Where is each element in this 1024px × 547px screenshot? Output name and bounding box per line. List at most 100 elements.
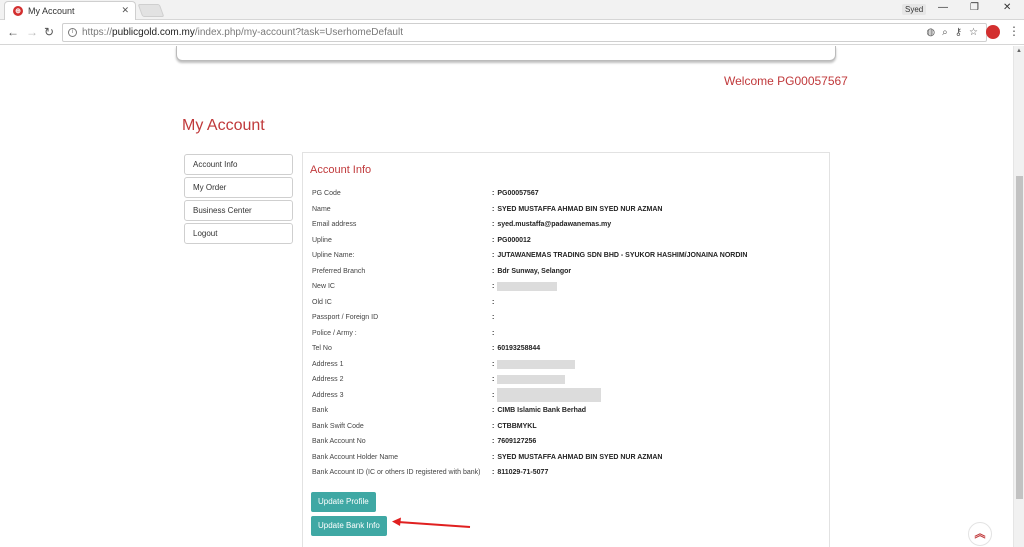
new-tab-button[interactable] — [137, 4, 165, 17]
info-row: Address 2: — [312, 372, 824, 388]
info-label: Bank Account No — [312, 438, 366, 446]
info-value: : PG000012 — [492, 236, 531, 244]
forward-icon[interactable]: → — [26, 25, 38, 39]
info-label: Upline — [312, 236, 332, 244]
info-label: Old IC — [312, 298, 332, 306]
restore-icon[interactable]: ❐ — [970, 2, 979, 13]
page-scrollbar[interactable]: ▲ — [1013, 46, 1024, 547]
info-row: Email address : syed.mustaffa@padawanemas.… — [312, 217, 824, 233]
scrollbar-thumb[interactable] — [1016, 176, 1023, 499]
browser-menu-icon[interactable]: ⋮ — [1008, 24, 1020, 38]
info-value: : CIMB Islamic Bank Berhad — [492, 407, 587, 415]
info-value: : syed.mustaffa@padawanemas.my — [492, 221, 612, 229]
address-bar[interactable]: i https:// publicgold.com.my /index.php/… — [62, 23, 987, 42]
info-label: Address 2 — [312, 376, 344, 384]
info-row: Bank Account No:7609127256 — [312, 434, 824, 450]
info-label: New IC — [312, 283, 335, 291]
update-bank-info-button[interactable]: Update Bank Info — [311, 516, 387, 536]
info-value: : PG00057567 — [492, 190, 539, 198]
annotation-arrow-icon — [392, 517, 471, 528]
browser-tab[interactable]: ⊕ My Account ✕ — [4, 1, 136, 20]
info-value: : — [492, 282, 558, 292]
info-row: Bank Swift Code : CTBBMYKL — [312, 419, 824, 435]
reload-icon[interactable]: ↻ — [44, 25, 54, 39]
info-label: PG Code — [312, 190, 341, 198]
scroll-up-icon[interactable]: ▲ — [1016, 48, 1022, 54]
info-label: Address 1 — [312, 360, 344, 368]
info-row: Passport / Foreign ID: — [312, 310, 824, 326]
info-label: Name — [312, 205, 331, 213]
extension-icon[interactable] — [986, 25, 1000, 39]
info-label: Email address — [312, 221, 357, 229]
info-value: :60193258844 — [492, 345, 541, 353]
window-close-icon[interactable]: ✕ — [1003, 2, 1011, 13]
info-value: :811029-71-5077 — [492, 469, 549, 477]
info-label: Preferred Branch — [312, 267, 366, 275]
info-row: Bank Account ID (IC or others ID registe… — [312, 465, 824, 481]
scroll-to-top-button[interactable]: ︽ — [968, 522, 992, 546]
url-path: /index.php/my-account?task=UserhomeDefau… — [194, 27, 403, 38]
browser-tab-bar: ⊕ My Account ✕ Syed — ❐ ✕ — [0, 0, 1024, 20]
info-value: : SYED MUSTAFFA AHMAD BIN SYED NUR AZMAN — [492, 205, 663, 213]
sidebar-item-my-order[interactable]: My Order — [184, 177, 293, 198]
account-info-table: PG Code : PG00057567 Name : SYED MUSTAFFA AH… — [312, 186, 824, 481]
info-value: : SYED MUSTAFFA AHMAD BIN SYED NUR AZMAN — [492, 453, 663, 461]
zoom-icon[interactable]: ⌕ — [942, 27, 948, 38]
site-info-icon[interactable]: i — [68, 28, 77, 37]
sidebar-item-business-center[interactable]: Business Center — [184, 200, 293, 221]
info-value: : — [492, 359, 576, 369]
info-label: Tel No — [312, 345, 332, 353]
account-sidebar: Account Info My Order Business Center Lo… — [184, 154, 293, 246]
browser-toolbar: ← → ↻ i https:// publicgold.com.my /inde… — [0, 20, 1024, 45]
info-row: Bank : CIMB Islamic Bank Berhad — [312, 403, 824, 419]
info-row: Old IC: — [312, 295, 824, 311]
info-row: Address 3: — [312, 388, 824, 404]
back-icon[interactable]: ← — [7, 25, 19, 39]
redacted-value — [497, 282, 558, 292]
top-panel — [176, 46, 836, 61]
info-label: Address 3 — [312, 391, 344, 399]
info-row: Upline : PG000012 — [312, 233, 824, 249]
info-value: : CTBBMYKL — [492, 422, 537, 430]
sidebar-item-logout[interactable]: Logout — [184, 223, 293, 244]
info-value: : — [492, 375, 566, 385]
section-title: Account Info — [310, 164, 372, 176]
redacted-value — [497, 359, 576, 369]
info-value: : — [492, 329, 495, 337]
redacted-value — [497, 388, 602, 403]
update-profile-button[interactable]: Update Profile — [311, 492, 376, 512]
double-chevron-up-icon: ︽ — [974, 528, 986, 540]
key-icon[interactable]: ⚷ — [955, 27, 962, 38]
url-domain: publicgold.com.my — [112, 27, 195, 38]
account-info-panel: Account Info PG Code : PG00057567 Name : SYE… — [302, 152, 830, 547]
info-label: Police / Army : — [312, 329, 357, 337]
minimize-icon[interactable]: — — [938, 2, 948, 13]
info-row: Tel No :60193258844 — [312, 341, 824, 357]
site-favicon-icon: ⊕ — [13, 6, 23, 16]
sidebar-item-account-info[interactable]: Account Info — [184, 154, 293, 175]
info-row: Upline Name: : JUTAWANEMAS TRADING SDN BHD… — [312, 248, 824, 264]
site-settings-icon[interactable]: ◍ — [926, 27, 935, 38]
info-row: Address 1: — [312, 357, 824, 373]
info-value: : — [492, 314, 495, 322]
info-value: : — [492, 388, 602, 403]
info-value: : JUTAWANEMAS TRADING SDN BHD - SYUKOR HA… — [492, 252, 748, 260]
info-row: Police / Army :: — [312, 326, 824, 342]
info-label: Bank — [312, 407, 328, 415]
tab-title: My Account — [28, 6, 75, 16]
info-row: Name : SYED MUSTAFFA AHMAD BIN SYED NUR AZ… — [312, 202, 824, 218]
page-title: My Account — [182, 117, 265, 134]
tab-close-icon[interactable]: ✕ — [121, 5, 129, 16]
info-label: Upline Name: — [312, 252, 355, 260]
info-row: Bank Account Holder Name : SYED MUSTAFFA A… — [312, 450, 824, 466]
profile-name[interactable]: Syed — [902, 4, 927, 15]
info-row: Preferred Branch: Bdr Sunway, Selangor — [312, 264, 824, 280]
info-label: Passport / Foreign ID — [312, 314, 379, 322]
info-row: New IC: — [312, 279, 824, 295]
info-value: : — [492, 298, 495, 306]
bookmark-star-icon[interactable]: ☆ — [969, 27, 978, 38]
info-label: Bank Account ID (IC or others ID registe… — [312, 469, 481, 477]
redacted-value — [497, 375, 566, 385]
info-label: Bank Swift Code — [312, 422, 364, 430]
info-label: Bank Account Holder Name — [312, 453, 398, 461]
